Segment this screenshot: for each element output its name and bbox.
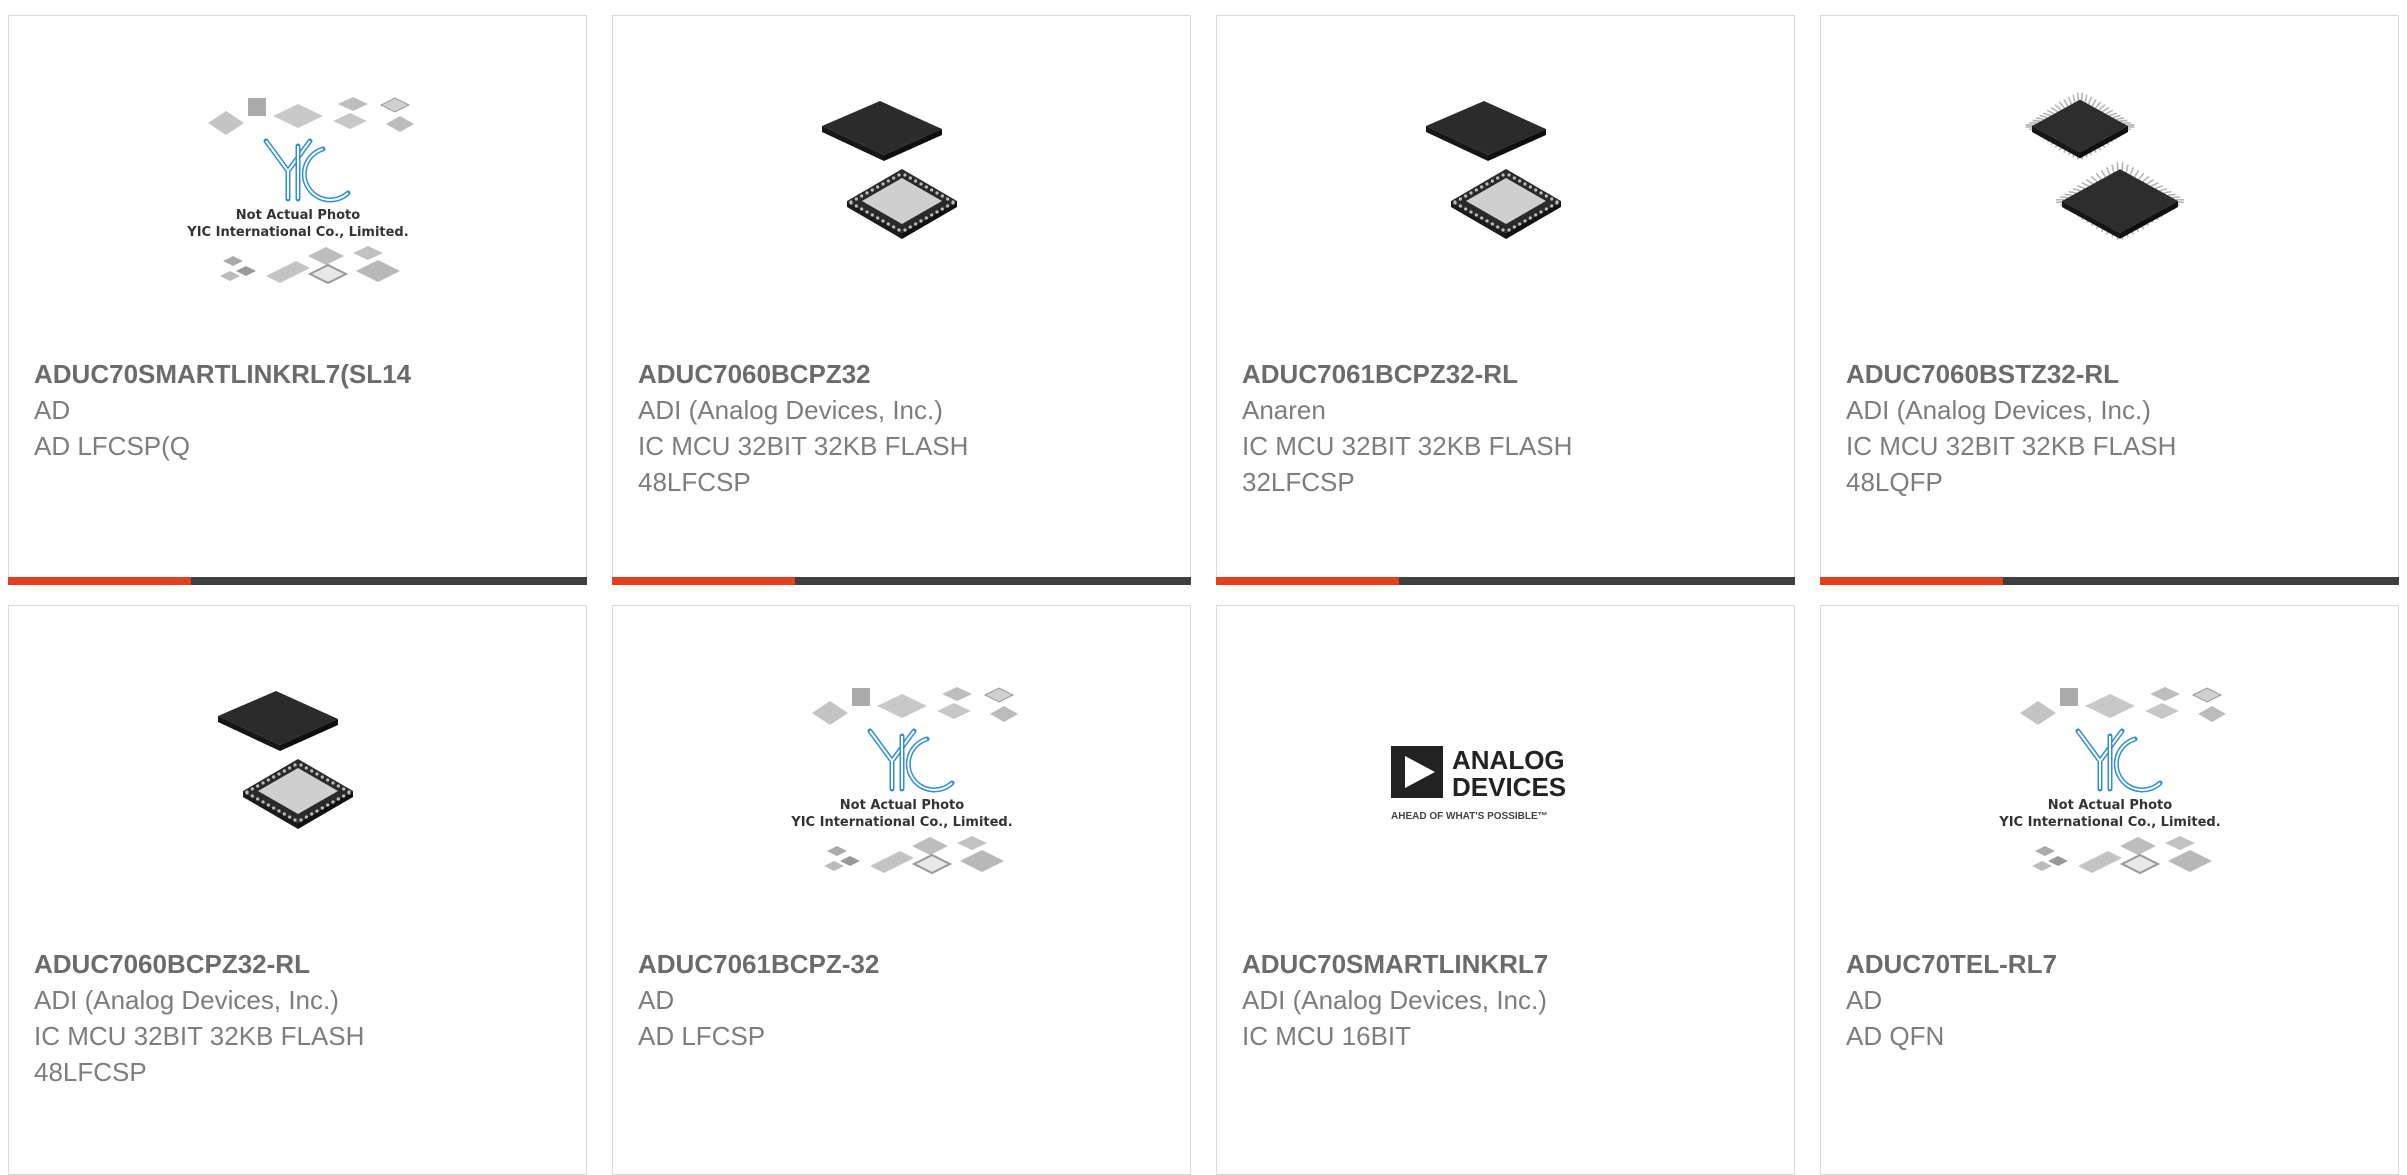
package: 48LFCSP: [638, 464, 1170, 500]
description: AD QFN: [1846, 1018, 2378, 1054]
svg-text:Not Actual Photo: Not Actual Photo: [839, 798, 963, 813]
svg-text:Not Actual Photo: Not Actual Photo: [2047, 798, 2171, 813]
product-card[interactable]: Not Actual Photo YIC International Co., L…: [612, 605, 1191, 1175]
part-number-link[interactable]: ADUC7061BCPZ32-RL: [1242, 356, 1774, 392]
product-card[interactable]: Not Actual Photo YIC International Co., L…: [8, 15, 587, 585]
product-info: ADUC7060BCPZ32-RL ADI (Analog Devices, I…: [34, 946, 566, 1090]
card-footer-bar: [8, 577, 587, 585]
part-number-link[interactable]: ADUC70SMARTLINKRL7(SL14: [34, 356, 566, 392]
manufacturer: ADI (Analog Devices, Inc.): [638, 392, 1170, 428]
product-info: ADUC7061BCPZ32-RL Anaren IC MCU 32BIT 32…: [1242, 356, 1774, 500]
manufacturer: AD: [638, 982, 1170, 1018]
part-number-link[interactable]: ADUC7060BSTZ32-RL: [1846, 356, 2378, 392]
card-accent-bar: [1820, 577, 2003, 585]
product-info: ADUC7060BCPZ32 ADI (Analog Devices, Inc.…: [638, 356, 1170, 500]
product-card[interactable]: ADUC7060BSTZ32-RL ADI (Analog Devices, I…: [1820, 15, 2399, 585]
manufacturer: ADI (Analog Devices, Inc.): [34, 982, 566, 1018]
svg-text:YIC International Co., Limited: YIC International Co., Limited.: [790, 815, 1012, 830]
product-image[interactable]: [1821, 61, 2398, 321]
product-image[interactable]: Not Actual Photo YIC International Co., L…: [1821, 651, 2398, 911]
manufacturer: AD: [34, 392, 566, 428]
product-card[interactable]: Not Actual Photo YIC International Co., L…: [1820, 605, 2399, 1175]
chip-placeholder-graphic: Not Actual Photo YIC International Co., L…: [148, 71, 448, 311]
part-number-link[interactable]: ADUC7061BCPZ-32: [638, 946, 1170, 982]
product-image[interactable]: ANALOGDEVICES AHEAD OF WHAT'S POSSIBLE™: [1217, 651, 1794, 911]
svg-text:AHEAD OF WHAT'S POSSIBLE™: AHEAD OF WHAT'S POSSIBLE™: [1391, 811, 1548, 822]
svg-text:DEVICES: DEVICES: [1452, 772, 1566, 802]
product-card[interactable]: ADUC7061BCPZ32-RL Anaren IC MCU 32BIT 32…: [1216, 15, 1795, 585]
product-card[interactable]: ADUC7060BCPZ32-RL ADI (Analog Devices, I…: [8, 605, 587, 1175]
analog-devices-logo: ANALOGDEVICES AHEAD OF WHAT'S POSSIBLE™: [1356, 661, 1656, 901]
card-accent-bar: [612, 577, 795, 585]
package: 48LFCSP: [34, 1054, 566, 1090]
description: IC MCU 32BIT 32KB FLASH: [34, 1018, 566, 1054]
manufacturer: AD: [1846, 982, 2378, 1018]
description: IC MCU 32BIT 32KB FLASH: [1846, 428, 2378, 464]
card-accent-bar: [8, 577, 191, 585]
package: 32LFCSP: [1242, 464, 1774, 500]
product-card[interactable]: ANALOGDEVICES AHEAD OF WHAT'S POSSIBLE™ A…: [1216, 605, 1795, 1175]
manufacturer: ADI (Analog Devices, Inc.): [1242, 982, 1774, 1018]
product-image[interactable]: Not Actual Photo YIC International Co., L…: [613, 651, 1190, 911]
svg-text:Not Actual Photo: Not Actual Photo: [235, 208, 359, 223]
description: IC MCU 32BIT 32KB FLASH: [1242, 428, 1774, 464]
product-info: ADUC70SMARTLINKRL7(SL14 AD AD LFCSP(Q: [34, 356, 566, 464]
product-image[interactable]: [1217, 61, 1794, 321]
card-footer-bar: [1216, 577, 1795, 585]
description: IC MCU 16BIT: [1242, 1018, 1774, 1054]
svg-text:ANALOG: ANALOG: [1452, 745, 1565, 775]
manufacturer: ADI (Analog Devices, Inc.): [1846, 392, 2378, 428]
description: IC MCU 32BIT 32KB FLASH: [638, 428, 1170, 464]
product-image[interactable]: Not Actual Photo YIC International Co., L…: [9, 61, 586, 321]
lfcsp-chip-graphic: [1356, 71, 1656, 311]
part-number-link[interactable]: ADUC7060BCPZ32: [638, 356, 1170, 392]
lfcsp-chip-graphic: [752, 71, 1052, 311]
svg-text:YIC International Co., Limited: YIC International Co., Limited.: [186, 225, 408, 240]
lfcsp-chip-graphic: [148, 661, 448, 901]
product-image[interactable]: [613, 61, 1190, 321]
package: 48LQFP: [1846, 464, 2378, 500]
card-accent-bar: [1216, 577, 1399, 585]
product-grid: Not Actual Photo YIC International Co., L…: [8, 15, 2399, 1175]
manufacturer: Anaren: [1242, 392, 1774, 428]
description: AD LFCSP(Q: [34, 428, 566, 464]
product-card[interactable]: ADUC7060BCPZ32 ADI (Analog Devices, Inc.…: [612, 15, 1191, 585]
card-footer-bar: [1820, 577, 2399, 585]
lqfp-chip-graphic: [1960, 71, 2260, 311]
chip-placeholder-graphic: Not Actual Photo YIC International Co., L…: [752, 661, 1052, 901]
card-footer-bar: [612, 577, 1191, 585]
svg-text:YIC International Co., Limited: YIC International Co., Limited.: [1998, 815, 2220, 830]
part-number-link[interactable]: ADUC70TEL-RL7: [1846, 946, 2378, 982]
part-number-link[interactable]: ADUC70SMARTLINKRL7: [1242, 946, 1774, 982]
product-info: ADUC70TEL-RL7 AD AD QFN: [1846, 946, 2378, 1054]
part-number-link[interactable]: ADUC7060BCPZ32-RL: [34, 946, 566, 982]
product-image[interactable]: [9, 651, 586, 911]
product-info: ADUC70SMARTLINKRL7 ADI (Analog Devices, …: [1242, 946, 1774, 1054]
product-info: ADUC7060BSTZ32-RL ADI (Analog Devices, I…: [1846, 356, 2378, 500]
product-info: ADUC7061BCPZ-32 AD AD LFCSP: [638, 946, 1170, 1054]
description: AD LFCSP: [638, 1018, 1170, 1054]
chip-placeholder-graphic: Not Actual Photo YIC International Co., L…: [1960, 661, 2260, 901]
